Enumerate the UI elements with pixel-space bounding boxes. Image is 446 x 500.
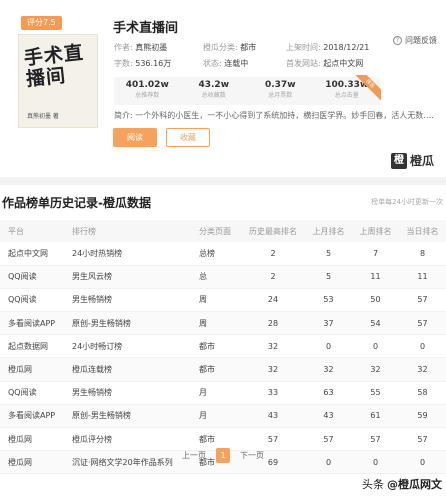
section-divider: [0, 177, 446, 185]
cover-title: 手术直播间: [22, 41, 85, 91]
watermark-handle: @橙瓜网文: [387, 478, 442, 491]
read-button[interactable]: 阅读: [113, 128, 157, 147]
ranking-history-table: 平台 排行榜 分类页面 历史最高排名 上月排名 上周排名 当日排名 起点中文网 2…: [0, 220, 446, 475]
favorite-button[interactable]: 收藏: [166, 128, 210, 147]
score-badge: 评分7.5: [21, 16, 62, 30]
brand-logo: 橙 橙瓜: [390, 152, 434, 169]
rank-ribbon: 排名: [355, 75, 381, 101]
stats-bar: 401.02w 总推荐数 43.2w 总收藏数 0.37w 总月票数 100.3…: [114, 77, 380, 105]
category-field: 橙瓜分类: 都市: [203, 43, 257, 52]
section-title: 作品榜单历史记录-橙瓜数据: [2, 196, 151, 210]
table-row: QQ阅读 男生风云榜总 2 5 11 11: [0, 265, 446, 289]
table-row: 多看阅读APP 原创-男生畅销榜月 43 43 61 59: [0, 404, 446, 429]
watermark: 头条 @橙瓜网文: [362, 476, 442, 492]
table-row: QQ阅读 男生畅销榜周 24 53 50 57: [0, 288, 446, 313]
feedback-link[interactable]: ? 问题反馈: [393, 35, 437, 46]
next-page-button[interactable]: 下一页: [240, 450, 264, 461]
book-title: 手术直播间: [113, 21, 179, 36]
book-intro: 简介: 一个外科的小医生，一不小心得到了系统加持，横扫医学界。妙手回春，活人无数…: [114, 110, 434, 121]
brand-name: 橙瓜: [409, 154, 434, 168]
col-category: 分类页面: [191, 220, 241, 242]
intro-text: 一个外科的小医生，一不小心得到了系统加持，横扫医学界。妙手回春，活人无数……: [135, 111, 434, 120]
col-last-month: 上月排名: [305, 220, 352, 242]
chenggua-logo-icon: 橙: [390, 152, 407, 169]
table-row: 多看阅读APP 原创-男生畅销榜周 28 37 54 57: [0, 311, 446, 336]
table-row: 橙瓜网 橙瓜连载榜 都市 32 32 32 32: [0, 357, 446, 382]
stat-monthly-ticket: 0.37w 总月票数: [264, 80, 296, 99]
table-header-row: 平台 排行榜 分类页面 历史最高排名 上月排名 上周排名 当日排名: [0, 220, 446, 242]
date-field: 上架时间: 2018/12/21: [286, 43, 370, 52]
col-platform: 平台: [0, 220, 64, 242]
stat-collect: 43.2w 总收藏数: [198, 80, 230, 99]
table-row: 起点数据网 24小时畅订榜 都市 32 0 0 0: [0, 334, 446, 359]
feedback-label: 问题反馈: [405, 36, 437, 45]
cover-author: 真熊初墨 著: [27, 113, 59, 120]
pagination: 上一页 1 下一页: [0, 448, 446, 463]
site-field: 首发网站: 起点中文网: [286, 59, 364, 68]
col-best-rank: 历史最高排名: [241, 220, 305, 242]
prev-page-button[interactable]: 上一页: [182, 450, 206, 461]
words-field: 字数: 536.16万: [114, 59, 172, 68]
watermark-prefix: 头条: [362, 478, 384, 491]
status-field: 状态: 连载中: [203, 59, 249, 68]
table-row: 起点中文网 24小时热销榜 总榜 2578: [0, 242, 446, 266]
intro-label: 简介:: [114, 111, 133, 120]
book-cover[interactable]: 手术直播间 真熊初墨 著: [18, 34, 98, 128]
question-icon: ?: [393, 36, 402, 45]
page-1-button[interactable]: 1: [216, 448, 230, 463]
col-today: 当日排名: [399, 220, 446, 242]
col-last-week: 上周排名: [352, 220, 399, 242]
table-row: QQ阅读 男生畅销榜月 33 63 55 58: [0, 381, 446, 405]
author-link[interactable]: 真熊初墨: [135, 43, 167, 52]
col-chart: 排行榜: [64, 220, 191, 242]
stat-recommend: 401.02w 总推荐数: [125, 80, 169, 99]
section-subtitle: 榜单每24小时更新一次: [371, 198, 443, 206]
author-field: 作者: 真熊初墨: [114, 43, 168, 52]
